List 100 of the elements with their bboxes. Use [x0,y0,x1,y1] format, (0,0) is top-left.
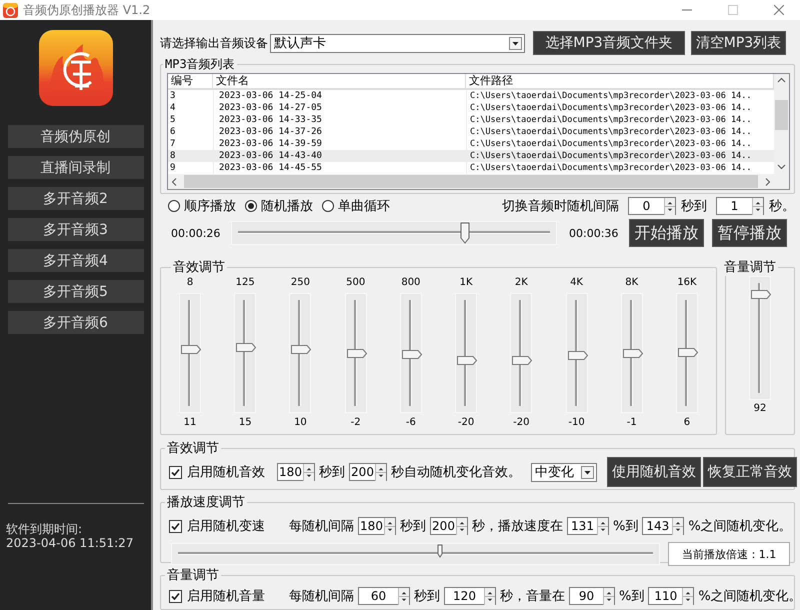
pause-button[interactable]: 暂停播放 [712,219,787,247]
slider-thumb[interactable] [436,544,443,558]
caret-icon [581,466,594,478]
sidebar-button[interactable]: 多开音频5 [8,280,144,303]
radio-icon[interactable] [168,200,180,212]
band-value: -20 [458,416,474,430]
clear-list-button[interactable]: 清空MP3列表 [691,31,786,55]
column-header[interactable]: 文件名 [213,74,466,88]
band-slider[interactable] [344,293,367,413]
band-slider[interactable] [620,293,643,413]
unit-label: %到 [619,588,644,605]
checkbox-icon[interactable] [169,466,182,478]
seek-slider[interactable] [231,221,557,245]
column-header[interactable]: 编号 [168,74,213,88]
sidebar-button[interactable]: 多开音频3 [8,218,144,241]
slider-thumb[interactable] [622,349,643,358]
restore-effect-button[interactable]: 恢复正常音效 [703,457,797,487]
checkbox[interactable]: 启用随机变速 [169,517,265,535]
spin-arrows-icon[interactable] [672,518,684,534]
scrollbar-thumb[interactable] [775,100,788,130]
table-cell-text: 3 [169,90,176,102]
band-label: 125 [236,276,255,290]
number-spinner[interactable]: 200 [430,517,468,535]
spin-arrows-icon[interactable] [384,518,395,534]
range-label: %之间随机变化。 [698,588,800,605]
sidebar-button[interactable]: 直播间录制 [8,156,144,179]
scrollbar-thumb[interactable] [184,175,758,188]
table-cell-text: 5 [169,114,176,126]
spin-arrows-icon[interactable] [375,464,386,480]
spin-arrows-icon[interactable] [682,588,694,604]
radio-button[interactable]: 顺序播放 [168,197,236,215]
slider-thumb[interactable] [457,356,478,365]
checkbox-icon[interactable] [169,590,182,602]
slider-thumb[interactable] [181,345,201,354]
spin-arrows-icon[interactable] [484,588,495,604]
checkbox[interactable]: 启用随机音效 [169,463,265,481]
band-label: 8K [625,276,638,290]
band-slider[interactable] [455,293,478,413]
table-row[interactable]: 8 2023-03-06 14-43-40 C:\Users\taoerdai\Documents\mp3recorder\2023-03-06 14.. [168,150,774,162]
play-button[interactable]: 开始播放 [629,219,704,247]
spin-arrows-icon[interactable] [456,518,467,534]
band-label: 8 [186,276,194,290]
speed-slider[interactable] [171,543,660,565]
choose-folder-button[interactable]: 选择MP3音频文件夹 [533,31,685,55]
sidebar-button[interactable]: 音频伪原创 [8,125,144,148]
vertical-scrollbar[interactable] [774,74,789,174]
device-dropdown[interactable]: 默认声卡 [270,34,525,52]
radio-button[interactable]: 随机播放 [245,197,313,215]
radio-icon[interactable] [322,200,334,212]
number-spinner[interactable]: 110 [648,587,694,605]
band-slider[interactable] [510,293,532,413]
number-spinner[interactable]: 1 [716,197,764,215]
band-slider[interactable] [400,293,422,413]
volume-slider[interactable] [749,276,771,400]
band-slider[interactable] [179,293,201,413]
radio-button[interactable]: 单曲循环 [322,197,390,215]
slider-thumb[interactable] [512,356,532,365]
number-spinner[interactable]: 143 [642,517,684,535]
spin-arrows-icon[interactable] [664,198,675,214]
table-cell: 2023-03-06 14-33-35 [213,114,466,126]
spin-arrows-icon[interactable] [597,518,608,534]
number-spinner[interactable]: 200 [349,463,387,481]
number-spinner[interactable]: 180 [277,463,315,481]
radio-icon[interactable] [245,200,257,212]
slider-thumb[interactable] [678,348,698,357]
band-slider[interactable] [676,293,698,413]
sidebar-button[interactable]: 多开音频4 [8,249,144,272]
slider-thumb[interactable] [291,345,312,354]
slider-thumb[interactable] [236,343,256,352]
slider-thumb[interactable] [402,350,422,359]
slider-thumb[interactable] [568,351,588,360]
sidebar-button[interactable]: 多开音频2 [8,187,144,210]
slider-thumb[interactable] [751,290,771,300]
band-slider[interactable] [234,293,256,413]
spin-arrows-icon[interactable] [752,198,763,214]
range-label: %之间随机变化。 [688,518,792,535]
close-icon[interactable] [774,5,784,15]
number-spinner[interactable]: 120 [444,587,496,605]
sidebar-button[interactable]: 多开音频6 [8,311,144,334]
slider-thumb[interactable] [460,222,470,244]
number-spinner[interactable]: 60 [358,587,410,605]
table-cell: 2023-03-06 14-43-40 [213,150,466,162]
mode-dropdown[interactable]: 中变化 [531,462,597,482]
number-spinner[interactable]: 90 [569,587,615,605]
window-title: 音频伪原创播放器 V1.2 [23,2,150,18]
band-slider[interactable] [289,293,312,413]
group-title: 音量调节 [166,567,220,584]
band-slider[interactable] [566,293,588,413]
slider-thumb[interactable] [346,349,367,358]
random-effect-button[interactable]: 使用随机音效 [607,457,701,487]
spin-arrows-icon[interactable] [398,588,409,604]
spin-arrows-icon[interactable] [603,588,614,604]
number-spinner[interactable]: 0 [628,197,676,215]
caret-icon [509,36,522,50]
checkbox[interactable]: 启用随机音量 [169,587,265,605]
number-spinner[interactable]: 180 [358,517,396,535]
number-spinner[interactable]: 131 [567,517,609,535]
group-title: 播放速度调节 [166,494,246,511]
checkbox-icon[interactable] [169,520,182,532]
spin-arrows-icon[interactable] [303,464,314,480]
